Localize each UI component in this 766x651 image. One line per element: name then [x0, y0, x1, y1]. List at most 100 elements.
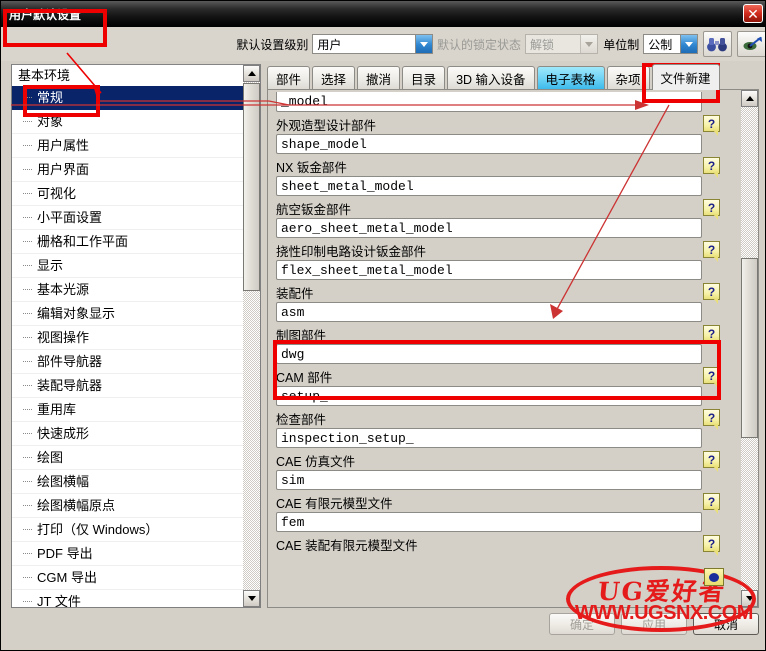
settings-tree-panel: 基本环境 常规 对象 用户属性用户界面可视化 小平面设置栅格和工作平面显示基本光源编辑… [11, 64, 261, 608]
units-combo[interactable]: 公制 [643, 34, 698, 54]
tab-label: 电子表格 [545, 73, 596, 87]
tree-item[interactable]: CGM 导出 [12, 566, 245, 590]
form-field[interactable]: flex_sheet_metal_model [276, 260, 702, 280]
form-label-text: 挠性印制电路设计钣金部件 [276, 244, 427, 259]
form-field[interactable]: sheet_metal_model [276, 176, 702, 196]
form-field[interactable]: dwg [276, 344, 702, 364]
form-field[interactable]: setup_ [276, 386, 702, 406]
tree-item[interactable]: 对象 [12, 110, 245, 134]
tree-item-label: 装配导航器 [37, 378, 103, 393]
tab-label: 3D 输入设备 [456, 73, 526, 87]
tab-3[interactable]: 目录 [402, 66, 446, 90]
tab-label: 杂项 [615, 73, 641, 87]
tree-scrollbar-thumb[interactable] [243, 83, 260, 291]
chevron-down-icon[interactable] [415, 35, 432, 53]
form-label-text: 制图部件 [276, 328, 327, 343]
units-value: 公制 [644, 35, 680, 53]
tree-item-label: 视图操作 [37, 330, 90, 345]
tree-item[interactable]: 基本光源 [12, 278, 245, 302]
form-row-label: 外观造型设计部件? [272, 114, 724, 136]
help-icon[interactable]: ? [703, 241, 720, 262]
binoculars-icon[interactable] [702, 31, 733, 57]
tree-item-label: 用户界面 [37, 162, 90, 177]
form-field[interactable]: shape_model [276, 134, 702, 154]
tree-item[interactable]: 绘图 [12, 446, 245, 470]
close-icon[interactable]: ✕ [743, 4, 763, 23]
tree-item-label: 打印（仅 Windows） [37, 522, 159, 537]
form-field[interactable]: aero_sheet_metal_model [276, 218, 702, 238]
tab-2[interactable]: 撤消 [357, 66, 401, 90]
help-icon[interactable]: ? [703, 157, 720, 178]
tree-item[interactable]: 重用库 [12, 398, 245, 422]
default-level-label: 默认设置级别 [236, 37, 309, 52]
tree-item[interactable]: 可视化 [12, 182, 245, 206]
default-level-combo[interactable]: 用户 [312, 34, 433, 54]
tree-item[interactable]: 小平面设置 [12, 206, 245, 230]
help-icon[interactable]: ? [703, 199, 720, 220]
help-icon[interactable]: ? [703, 325, 720, 346]
form-field[interactable]: fem [276, 512, 702, 532]
tree-item[interactable]: 显示 [12, 254, 245, 278]
form-row-label: CAE 有限元模型文件? [272, 492, 724, 514]
tree-item[interactable]: 绘图横幅 [12, 470, 245, 494]
chevron-down-icon-disabled [580, 35, 598, 53]
form-field[interactable]: sim [276, 470, 702, 490]
tree-item[interactable]: 用户界面 [12, 158, 245, 182]
tab-5[interactable]: 电子表格 [536, 66, 605, 90]
form-scrollbar-thumb[interactable] [741, 258, 758, 438]
form-scroll-up-button[interactable] [741, 90, 758, 107]
tab-7[interactable]: 文件新建 [651, 64, 720, 90]
tree-item-label: PDF 导出 [37, 546, 93, 561]
units-label: 单位制 [603, 37, 640, 52]
tree-item[interactable]: 打印（仅 Windows） [12, 518, 245, 542]
tree-item-label: JT 文件 [37, 594, 81, 607]
tree-item[interactable]: 装配导航器 [12, 374, 245, 398]
help-icon[interactable]: ? [703, 535, 720, 556]
settings-tree[interactable]: 基本环境 常规 对象 用户属性用户界面可视化 小平面设置栅格和工作平面显示基本光源编辑… [12, 65, 245, 607]
tree-scroll-down-button[interactable] [243, 590, 260, 607]
form-row-label: 航空钣金部件? [272, 198, 724, 220]
tree-item[interactable]: PDF 导出 [12, 542, 245, 566]
tab-label: 文件新建 [660, 72, 711, 86]
tab-1[interactable]: 选择 [312, 66, 356, 90]
help-icon[interactable]: ? [703, 283, 720, 304]
tree-item-label: 基本光源 [37, 282, 90, 297]
partial-top-field[interactable]: _model [276, 92, 702, 112]
help-icon[interactable]: ? [703, 409, 720, 430]
cancel-button[interactable]: 取消 [693, 613, 759, 635]
form-scroll-down-button[interactable] [741, 590, 758, 607]
tree-item[interactable]: 绘图横幅原点 [12, 494, 245, 518]
form-label-text: 装配件 [276, 286, 314, 301]
help-icon[interactable]: ? [703, 493, 720, 514]
form-label-text: 检查部件 [276, 412, 327, 427]
user-defaults-dialog: 用户默认设置 ✕ 默认设置级别 用户 默认的锁定状态 解锁 单位制 公制 基本环… [0, 0, 766, 651]
form-label-text: NX 钣金部件 [276, 160, 347, 175]
tree-item[interactable]: 部件导航器 [12, 350, 245, 374]
tree-scrollbar[interactable] [243, 65, 260, 607]
form-scrollbar[interactable] [741, 90, 758, 607]
tree-item-label: 绘图横幅原点 [37, 498, 116, 513]
form-field[interactable]: inspection_setup_ [276, 428, 702, 448]
form-field[interactable]: asm [276, 302, 702, 322]
tree-item[interactable]: 栅格和工作平面 [12, 230, 245, 254]
tab-4[interactable]: 3D 输入设备 [447, 66, 535, 90]
tree-item[interactable]: JT 文件 [12, 590, 245, 607]
tree-item-label: 栅格和工作平面 [37, 234, 129, 249]
ok-button[interactable]: 确定 [549, 613, 615, 635]
tree-item[interactable]: 常规 [12, 86, 245, 110]
help-icon[interactable]: ? [703, 451, 720, 472]
help-icon[interactable]: ? [703, 367, 720, 388]
form-label-text: 航空钣金部件 [276, 202, 352, 217]
tab-0[interactable]: 部件 [267, 66, 311, 90]
tree-scroll-up-button[interactable] [243, 65, 260, 82]
chevron-down-icon[interactable] [679, 35, 697, 53]
tree-item[interactable]: 快速成形 [12, 422, 245, 446]
tree-root-node[interactable]: 基本环境 [12, 65, 245, 86]
arrow-navigate-icon[interactable] [737, 31, 765, 57]
tree-item[interactable]: 视图操作 [12, 326, 245, 350]
tree-item[interactable]: 用户属性 [12, 134, 245, 158]
tab-6[interactable]: 杂项 [606, 66, 650, 90]
apply-button[interactable]: 应用 [621, 613, 687, 635]
tree-item[interactable]: 编辑对象显示 [12, 302, 245, 326]
help-icon[interactable]: ? [703, 115, 720, 136]
